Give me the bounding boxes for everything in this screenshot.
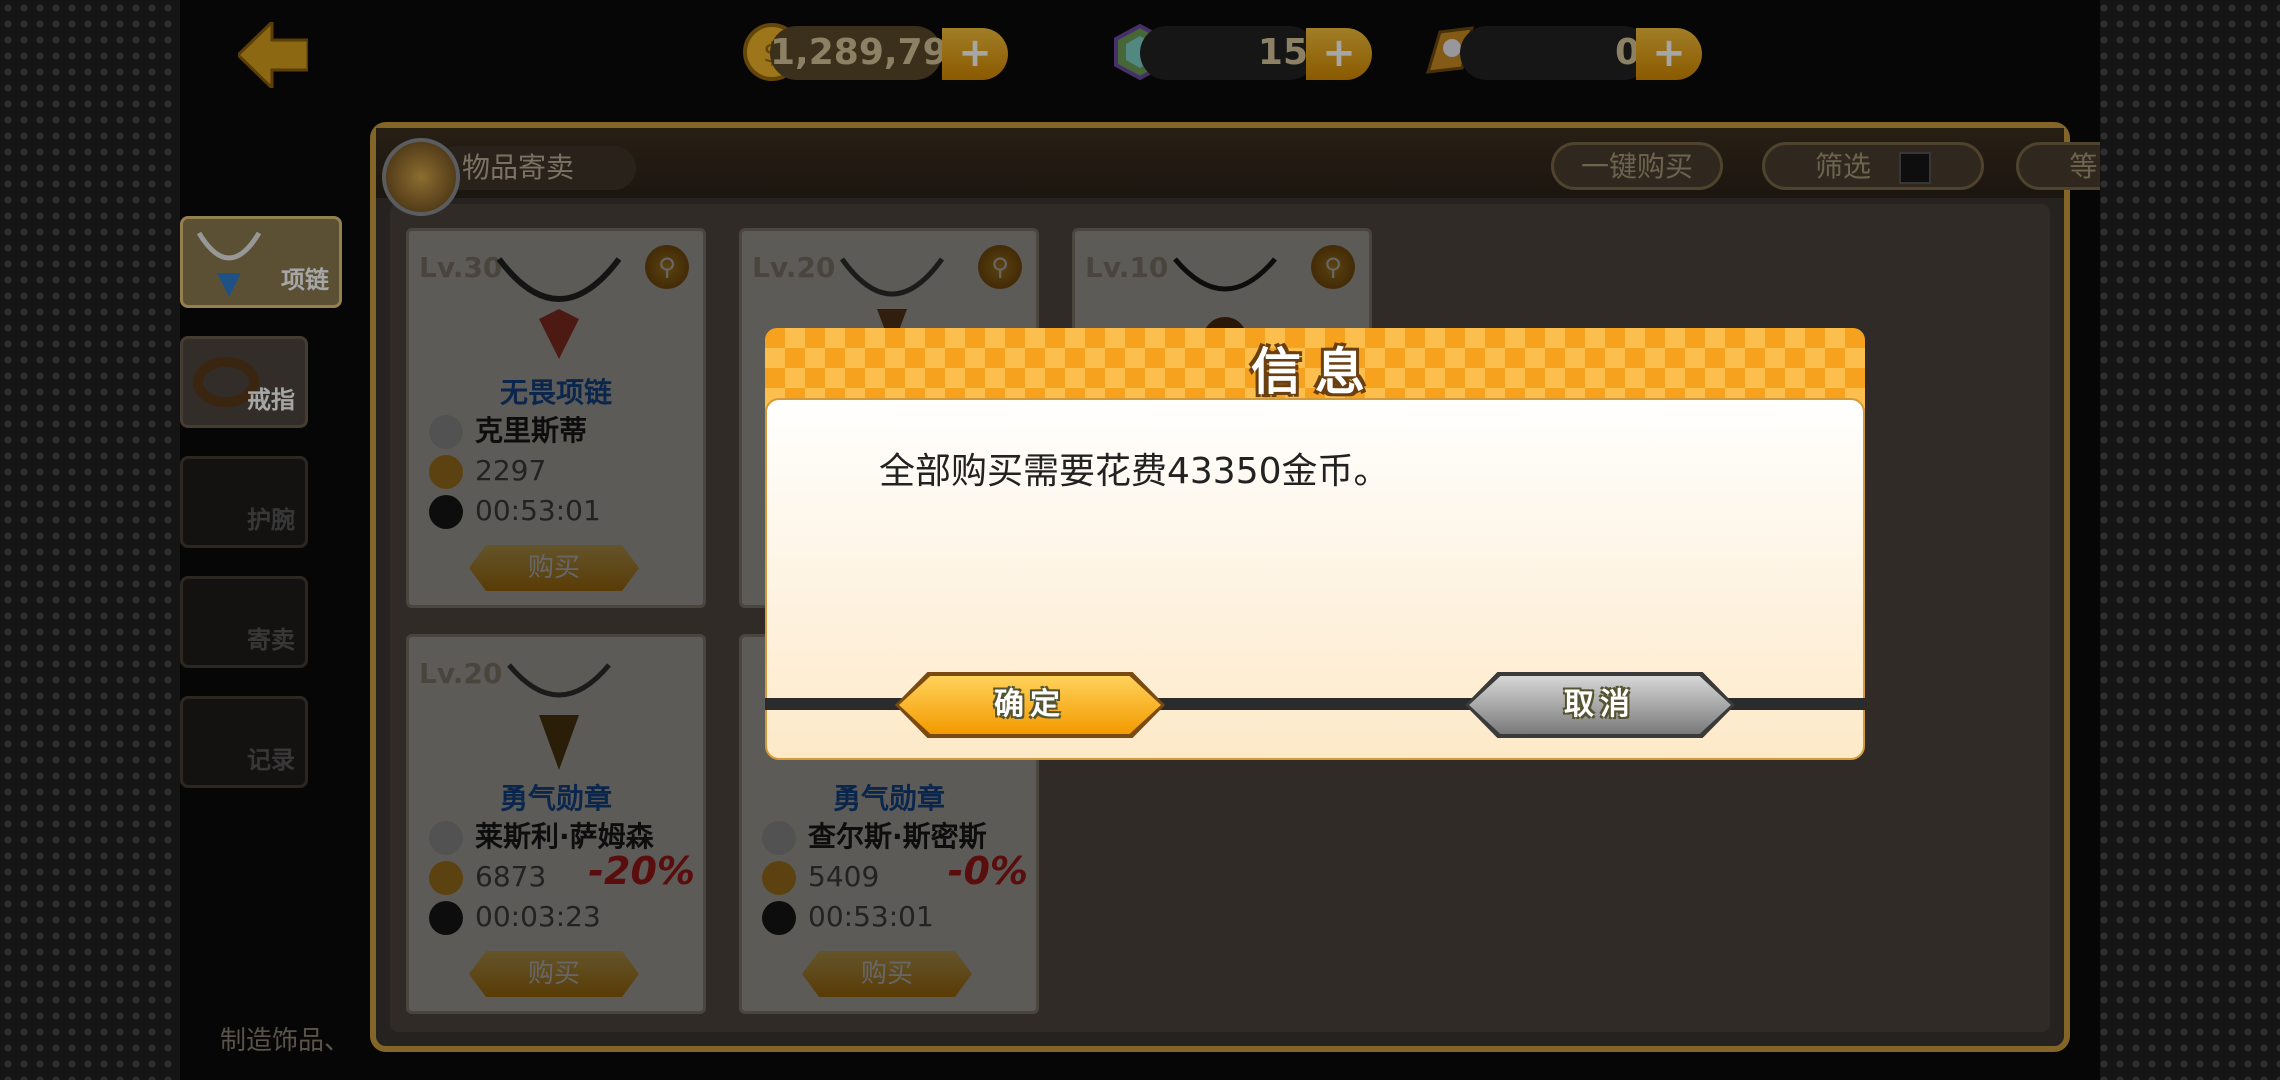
game-screen: $ 1,289,797 + 15 + 0 + 项链 戒指 护腕 寄卖 记录	[180, 0, 2100, 1080]
cancel-button[interactable]: 取消	[1465, 672, 1735, 738]
confirm-label: 确定	[994, 687, 1066, 722]
cancel-label: 取消	[1564, 687, 1636, 722]
info-dialog: 全部购买需要花费43350金币。 信息 确定 取消	[765, 328, 1865, 760]
dialog-title: 信息	[1251, 343, 1379, 401]
dialog-message: 全部购买需要花费43350金币。	[879, 451, 1390, 492]
confirm-button[interactable]: 确定	[895, 672, 1165, 738]
